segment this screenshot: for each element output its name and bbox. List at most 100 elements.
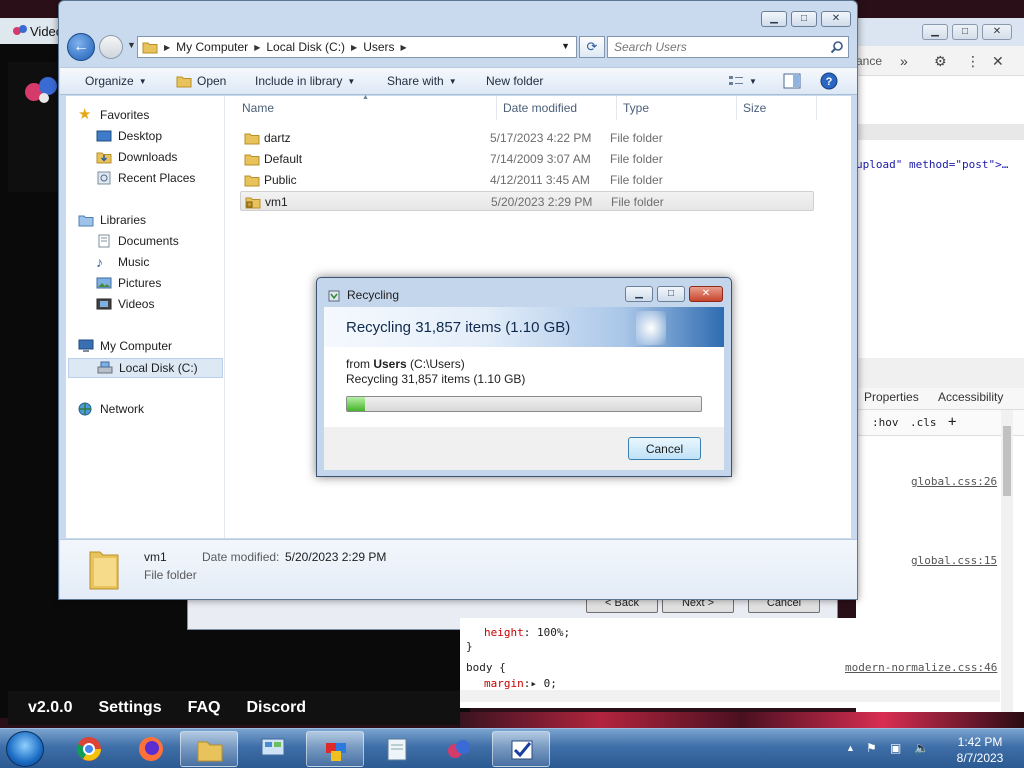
organize-button[interactable]: Organize ▼: [85, 74, 147, 88]
stylesheet-link[interactable]: modern-normalize.css:46: [845, 661, 997, 674]
taskbar-virtualbox[interactable]: [306, 731, 364, 767]
back-arrow-icon[interactable]: ←: [67, 33, 95, 61]
close-icon[interactable]: ✕: [992, 53, 1004, 70]
search-box[interactable]: [607, 36, 849, 58]
system-clock[interactable]: 1:42 PM 8/7/2023: [940, 734, 1020, 766]
table-row[interactable]: dartz 5/17/2023 4:22 PM File folder: [240, 128, 814, 148]
column-divider[interactable]: [816, 96, 817, 120]
faq-link[interactable]: FAQ: [188, 699, 221, 717]
taskbar-firefox[interactable]: [122, 731, 180, 767]
css-property[interactable]: height: [484, 626, 524, 639]
chevron-down-icon: ▼: [749, 76, 757, 86]
minimize-icon[interactable]: ▁: [761, 11, 787, 27]
nav-network[interactable]: Network: [78, 402, 144, 416]
nav-pictures[interactable]: Pictures: [96, 276, 161, 290]
taskbar-notepad[interactable]: [368, 731, 426, 767]
flag-icon[interactable]: ⚑: [866, 741, 877, 755]
css-selector[interactable]: body {: [466, 661, 506, 674]
hov-toggle[interactable]: :hov: [872, 416, 899, 429]
cls-toggle[interactable]: .cls: [910, 416, 937, 429]
column-divider[interactable]: [736, 96, 737, 120]
close-icon[interactable]: ✕: [689, 286, 723, 302]
close-icon[interactable]: ✕: [821, 11, 851, 27]
devtools-horizontal-scrollbar[interactable]: [460, 690, 1000, 702]
maximize-icon[interactable]: □: [657, 286, 685, 302]
breadcrumb-separator-icon[interactable]: ▶: [164, 43, 170, 52]
sort-ascending-icon: ▲: [362, 94, 369, 101]
breadcrumb-my-computer[interactable]: My Computer: [176, 40, 248, 54]
nav-local-disk[interactable]: Local Disk (C:): [68, 358, 223, 378]
css-property[interactable]: margin: [484, 677, 524, 690]
stylesheet-link[interactable]: global.css:26: [911, 475, 997, 488]
taskbar-chrome[interactable]: [60, 731, 118, 767]
preview-pane-icon[interactable]: [783, 73, 801, 89]
change-view-button[interactable]: ▼: [728, 74, 757, 88]
table-row-selected[interactable]: vm1 5/20/2023 2:29 PM File folder: [240, 191, 814, 211]
nav-downloads[interactable]: Downloads: [96, 150, 177, 164]
css-value[interactable]: 100%;: [537, 626, 570, 639]
breadcrumb-users[interactable]: Users: [363, 40, 394, 54]
new-folder-button[interactable]: New folder: [486, 74, 543, 88]
devtools-scrollbar[interactable]: [1001, 410, 1013, 720]
open-button[interactable]: Open: [176, 74, 226, 88]
nav-recent-places[interactable]: Recent Places: [96, 171, 195, 185]
address-history-chevron-icon[interactable]: ▼: [561, 41, 570, 51]
settings-link[interactable]: Settings: [98, 699, 161, 717]
nav-music[interactable]: ♪ Music: [96, 255, 149, 269]
refresh-icon[interactable]: ⟳: [579, 36, 605, 58]
nav-libraries[interactable]: Libraries: [78, 213, 146, 227]
close-icon[interactable]: ✕: [982, 24, 1012, 40]
column-size[interactable]: Size: [743, 101, 766, 115]
maximize-icon[interactable]: □: [791, 11, 817, 27]
gear-icon[interactable]: ⚙: [934, 53, 947, 70]
minimize-icon[interactable]: ▁: [922, 24, 948, 40]
css-value[interactable]: 0;: [544, 677, 557, 690]
taskbar-checklist-app[interactable]: [492, 731, 550, 767]
table-row[interactable]: Public 4/12/2011 3:45 AM File folder: [240, 170, 814, 190]
help-icon[interactable]: ?: [820, 72, 838, 90]
more-tabs-icon[interactable]: »: [900, 53, 908, 69]
search-icon[interactable]: [830, 40, 844, 54]
devtools-titlebar[interactable]: ▁ □ ✕: [856, 18, 1024, 46]
tab-properties[interactable]: Properties: [864, 390, 919, 404]
breadcrumb-local-disk[interactable]: Local Disk (C:): [266, 40, 345, 54]
forward-arrow-icon[interactable]: [99, 35, 123, 59]
stylesheet-link[interactable]: global.css:15: [911, 554, 997, 567]
column-type[interactable]: Type: [623, 101, 649, 115]
maximize-icon[interactable]: □: [952, 24, 978, 40]
start-button[interactable]: [6, 731, 44, 767]
network-status-icon[interactable]: ▣: [890, 741, 901, 755]
tab-accessibility[interactable]: Accessibility: [938, 390, 1003, 404]
address-bar[interactable]: ▶ My Computer ▶ Local Disk (C:) ▶ Users …: [137, 36, 577, 58]
breadcrumb-separator-icon[interactable]: ▶: [254, 43, 260, 52]
discord-link[interactable]: Discord: [247, 699, 307, 717]
devtools-tab-partial[interactable]: ance: [856, 54, 882, 68]
add-rule-icon[interactable]: +: [948, 414, 956, 430]
column-date-modified[interactable]: Date modified: [503, 101, 577, 115]
breadcrumb-separator-icon[interactable]: ▶: [351, 43, 357, 52]
search-input[interactable]: [614, 39, 814, 55]
column-name[interactable]: Name: [242, 101, 274, 115]
breadcrumb-separator-icon[interactable]: ▶: [401, 43, 407, 52]
column-divider[interactable]: [616, 96, 617, 120]
volume-muted-icon[interactable]: 🔈: [914, 741, 929, 755]
nav-documents[interactable]: Documents: [96, 234, 179, 248]
nav-my-computer[interactable]: My Computer: [78, 339, 172, 353]
cancel-button[interactable]: Cancel: [628, 437, 701, 460]
nav-videos[interactable]: Videos: [96, 297, 154, 311]
minimize-icon[interactable]: ▁: [625, 286, 653, 302]
nav-desktop[interactable]: Desktop: [96, 129, 162, 143]
show-hidden-icons-chevron-icon[interactable]: ▲: [846, 743, 855, 753]
recent-pages-chevron-icon[interactable]: ▼: [127, 40, 136, 50]
table-row[interactable]: Default 7/14/2009 3:07 AM File folder: [240, 149, 814, 169]
taskbar-control-panel[interactable]: [244, 731, 302, 767]
taskbar-explorer[interactable]: [180, 731, 238, 767]
scrollbar-thumb[interactable]: [1003, 426, 1011, 496]
include-in-library-button[interactable]: Include in library ▼: [255, 74, 355, 88]
devtools-html-line[interactable]: upload" method="post">…: [856, 158, 1008, 171]
kebab-menu-icon[interactable]: ⋮: [966, 53, 980, 70]
column-divider[interactable]: [496, 96, 497, 120]
nav-favorites[interactable]: ★ Favorites: [78, 107, 149, 122]
taskbar-video-app[interactable]: [430, 731, 488, 767]
share-with-button[interactable]: Share with ▼: [387, 74, 457, 88]
